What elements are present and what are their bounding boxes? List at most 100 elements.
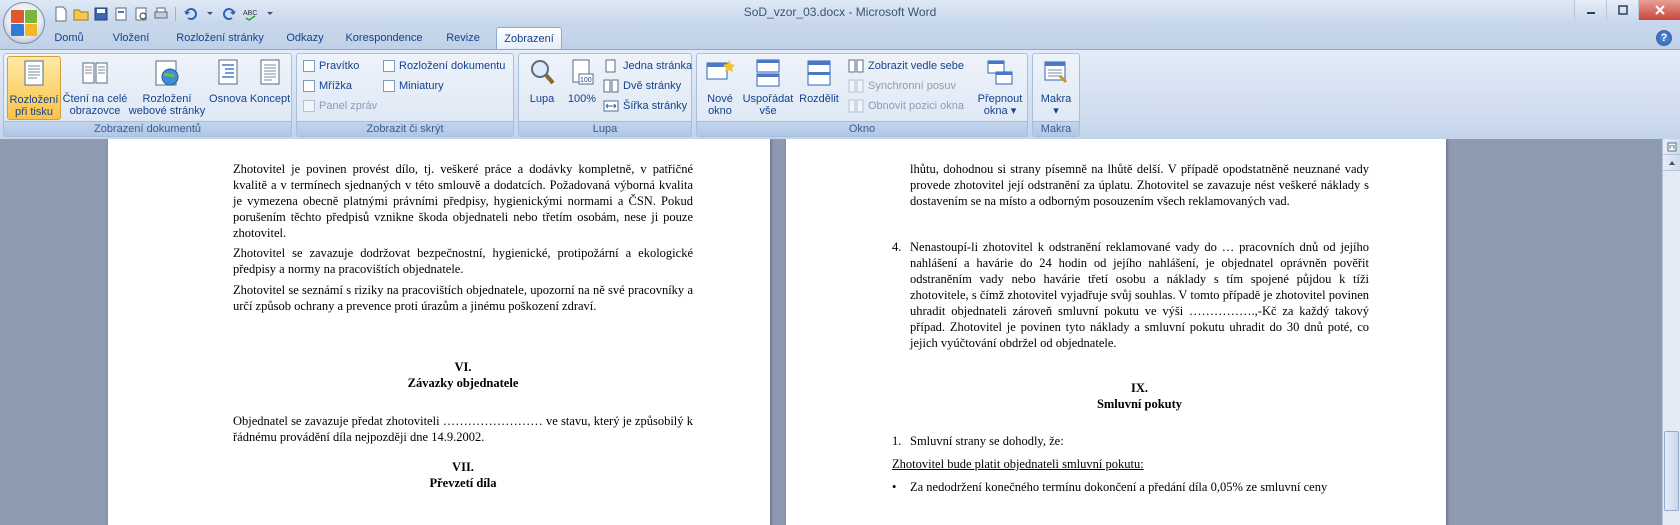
- thumbnails-checkbox[interactable]: Miniatury: [383, 77, 444, 95]
- page-width-label: Šířka stránky: [623, 100, 688, 112]
- right-paragraph-1: lhůtu, dohodnou si strany písemně na lhů…: [910, 162, 1369, 208]
- reset-window-position-button: Obnovit pozici okna: [848, 97, 964, 115]
- heading-vii-title: Převzetí díla: [429, 476, 497, 490]
- heading-vii-number: VII.: [452, 460, 474, 474]
- reset-position-label: Obnovit pozici okna: [868, 100, 964, 112]
- macros-dropdown-icon: ▾: [1053, 105, 1059, 117]
- document-page-left[interactable]: Zhotovitel je povinen provést dílo, tj. …: [108, 139, 770, 525]
- macros-button[interactable]: Makra ▾: [1036, 56, 1076, 120]
- scrollbar-thumb[interactable]: [1664, 431, 1679, 511]
- view-side-by-side-button[interactable]: Zobrazit vedle sebe: [848, 57, 964, 75]
- restore-button[interactable]: [1606, 0, 1638, 20]
- tab-mailings[interactable]: Korespondence: [340, 27, 428, 49]
- ribbon-tab-bar: Domů Vložení Rozložení stránky Odkazy Ko…: [0, 27, 1680, 50]
- ruler-toggle-icon[interactable]: [1663, 139, 1680, 155]
- zoom-label: Lupa: [529, 93, 555, 105]
- arrange-all-button[interactable]: Uspořádat vše: [741, 56, 795, 120]
- tab-references[interactable]: Odkazy: [282, 27, 328, 49]
- tab-home[interactable]: Domů: [47, 27, 91, 49]
- group-window: Nové okno Uspořádat vše Rozdělit Zobrazi…: [696, 53, 1028, 137]
- print-layout-label-2: při tisku: [15, 106, 53, 118]
- outline-label: Osnova: [209, 93, 247, 105]
- one-page-label: Jedna stránka: [623, 60, 693, 72]
- window-controls: [1574, 0, 1680, 20]
- window-title: SoD_vzor_03.docx - Microsoft Word: [743, 5, 937, 19]
- group-zoom: Lupa 100 100% Jedna stránka Dvě stránky …: [518, 53, 692, 137]
- switch-windows-dropdown-icon: ▾: [1010, 105, 1017, 117]
- close-button[interactable]: [1638, 0, 1680, 20]
- document-map-label: Rozložení dokumentu: [399, 60, 506, 72]
- tab-insert[interactable]: Vložení: [104, 27, 158, 49]
- scroll-up-icon[interactable]: [1663, 155, 1680, 171]
- message-bar-checkbox: Panel zpráv: [303, 97, 377, 115]
- thumbnails-check-box[interactable]: [383, 80, 395, 92]
- page-width-icon: [603, 100, 619, 112]
- gridlines-check-box[interactable]: [303, 80, 315, 92]
- arrange-all-icon: [741, 58, 795, 91]
- two-pages-button[interactable]: Dvě stránky: [603, 77, 681, 95]
- full-screen-reading-button[interactable]: Čtení na celé obrazovce: [62, 56, 128, 120]
- print-layout-icon: [8, 59, 60, 92]
- group-macros: Makra ▾ Makra: [1032, 53, 1080, 137]
- gridlines-label: Mřížka: [319, 80, 352, 92]
- web-layout-icon: [128, 58, 206, 91]
- new-window-button[interactable]: Nové okno: [700, 56, 740, 120]
- sync-scroll-label: Synchronní posuv: [868, 80, 957, 92]
- list-item-1-number: 1.: [892, 434, 902, 448]
- help-icon[interactable]: ?: [1656, 30, 1672, 46]
- switch-windows-label-2-text: okna: [983, 105, 1008, 117]
- heading-ix-number: IX.: [1130, 381, 1149, 395]
- full-screen-reading-icon: [62, 58, 128, 91]
- document-map-checkbox[interactable]: Rozložení dokumentu: [383, 57, 505, 75]
- macros-label: Makra: [1040, 93, 1072, 105]
- group-macros-label: Makra: [1033, 121, 1079, 136]
- thumbnails-label: Miniatury: [399, 80, 444, 92]
- list-item-4-number: 4.: [892, 240, 902, 254]
- vertical-scrollbar[interactable]: [1662, 139, 1680, 525]
- one-page-button[interactable]: Jedna stránka: [603, 57, 692, 75]
- svg-text:100: 100: [580, 77, 592, 84]
- document-page-right[interactable]: lhůtu, dohodnou si strany písemně na lhů…: [786, 139, 1446, 525]
- split-label: Rozdělit: [799, 93, 839, 105]
- ruler-check-box[interactable]: [303, 60, 315, 72]
- side-by-side-label: Zobrazit vedle sebe: [868, 60, 964, 72]
- outline-button[interactable]: Osnova: [207, 56, 249, 120]
- zoom-100-button[interactable]: 100 100%: [563, 56, 601, 120]
- page-width-button[interactable]: Šířka stránky: [603, 97, 687, 115]
- web-layout-button[interactable]: Rozložení webové stránky: [128, 56, 206, 120]
- synchronous-scrolling-button: Synchronní posuv: [848, 77, 956, 95]
- heading-vi-number: VI.: [454, 360, 472, 374]
- group-zoom-label: Lupa: [519, 121, 691, 136]
- print-layout-button[interactable]: Rozložení při tisku: [7, 56, 61, 120]
- tab-view[interactable]: Zobrazení: [496, 27, 562, 50]
- two-pages-icon: [603, 79, 619, 93]
- split-button[interactable]: Rozdělit: [796, 56, 842, 120]
- title-bar: ABC SoD_vzor_03.docx - Microsoft Word: [0, 0, 1680, 27]
- switch-windows-button[interactable]: Přepnout okna ▾: [975, 56, 1025, 120]
- minimize-button[interactable]: [1574, 0, 1606, 20]
- two-pages-label: Dvě stránky: [623, 80, 682, 92]
- macros-icon: [1036, 58, 1076, 91]
- ruler-checkbox[interactable]: Pravítko: [303, 57, 359, 75]
- switch-windows-label-2: okna ▾: [975, 105, 1025, 117]
- draft-icon: [249, 58, 291, 91]
- document-map-check-box[interactable]: [383, 60, 395, 72]
- tab-review[interactable]: Revize: [440, 27, 486, 49]
- print-layout-label-1: Rozložení: [9, 94, 59, 106]
- new-window-icon: [700, 58, 740, 91]
- gridlines-checkbox[interactable]: Mřížka: [303, 77, 352, 95]
- list-item-1-text: Smluvní strany se dohodly, že:: [910, 434, 1064, 448]
- group-window-label: Okno: [697, 121, 1027, 136]
- bullet-icon: •: [892, 480, 897, 494]
- zoom-button[interactable]: Lupa: [522, 56, 562, 120]
- tab-page-layout[interactable]: Rozložení stránky: [170, 27, 270, 49]
- office-button[interactable]: [3, 2, 45, 44]
- switch-windows-label-1: Přepnout: [977, 93, 1023, 105]
- arrange-all-label-2: vše: [759, 105, 777, 117]
- bullet-item-text: Za nedodržení konečného termínu dokončen…: [910, 480, 1328, 494]
- arrange-all-label-1: Uspořádat: [742, 93, 794, 105]
- zoom-100-label: 100%: [567, 93, 597, 105]
- one-page-icon: [605, 59, 616, 73]
- ribbon: Rozložení při tisku Čtení na celé obrazo…: [0, 49, 1680, 139]
- draft-button[interactable]: Koncept: [249, 56, 291, 120]
